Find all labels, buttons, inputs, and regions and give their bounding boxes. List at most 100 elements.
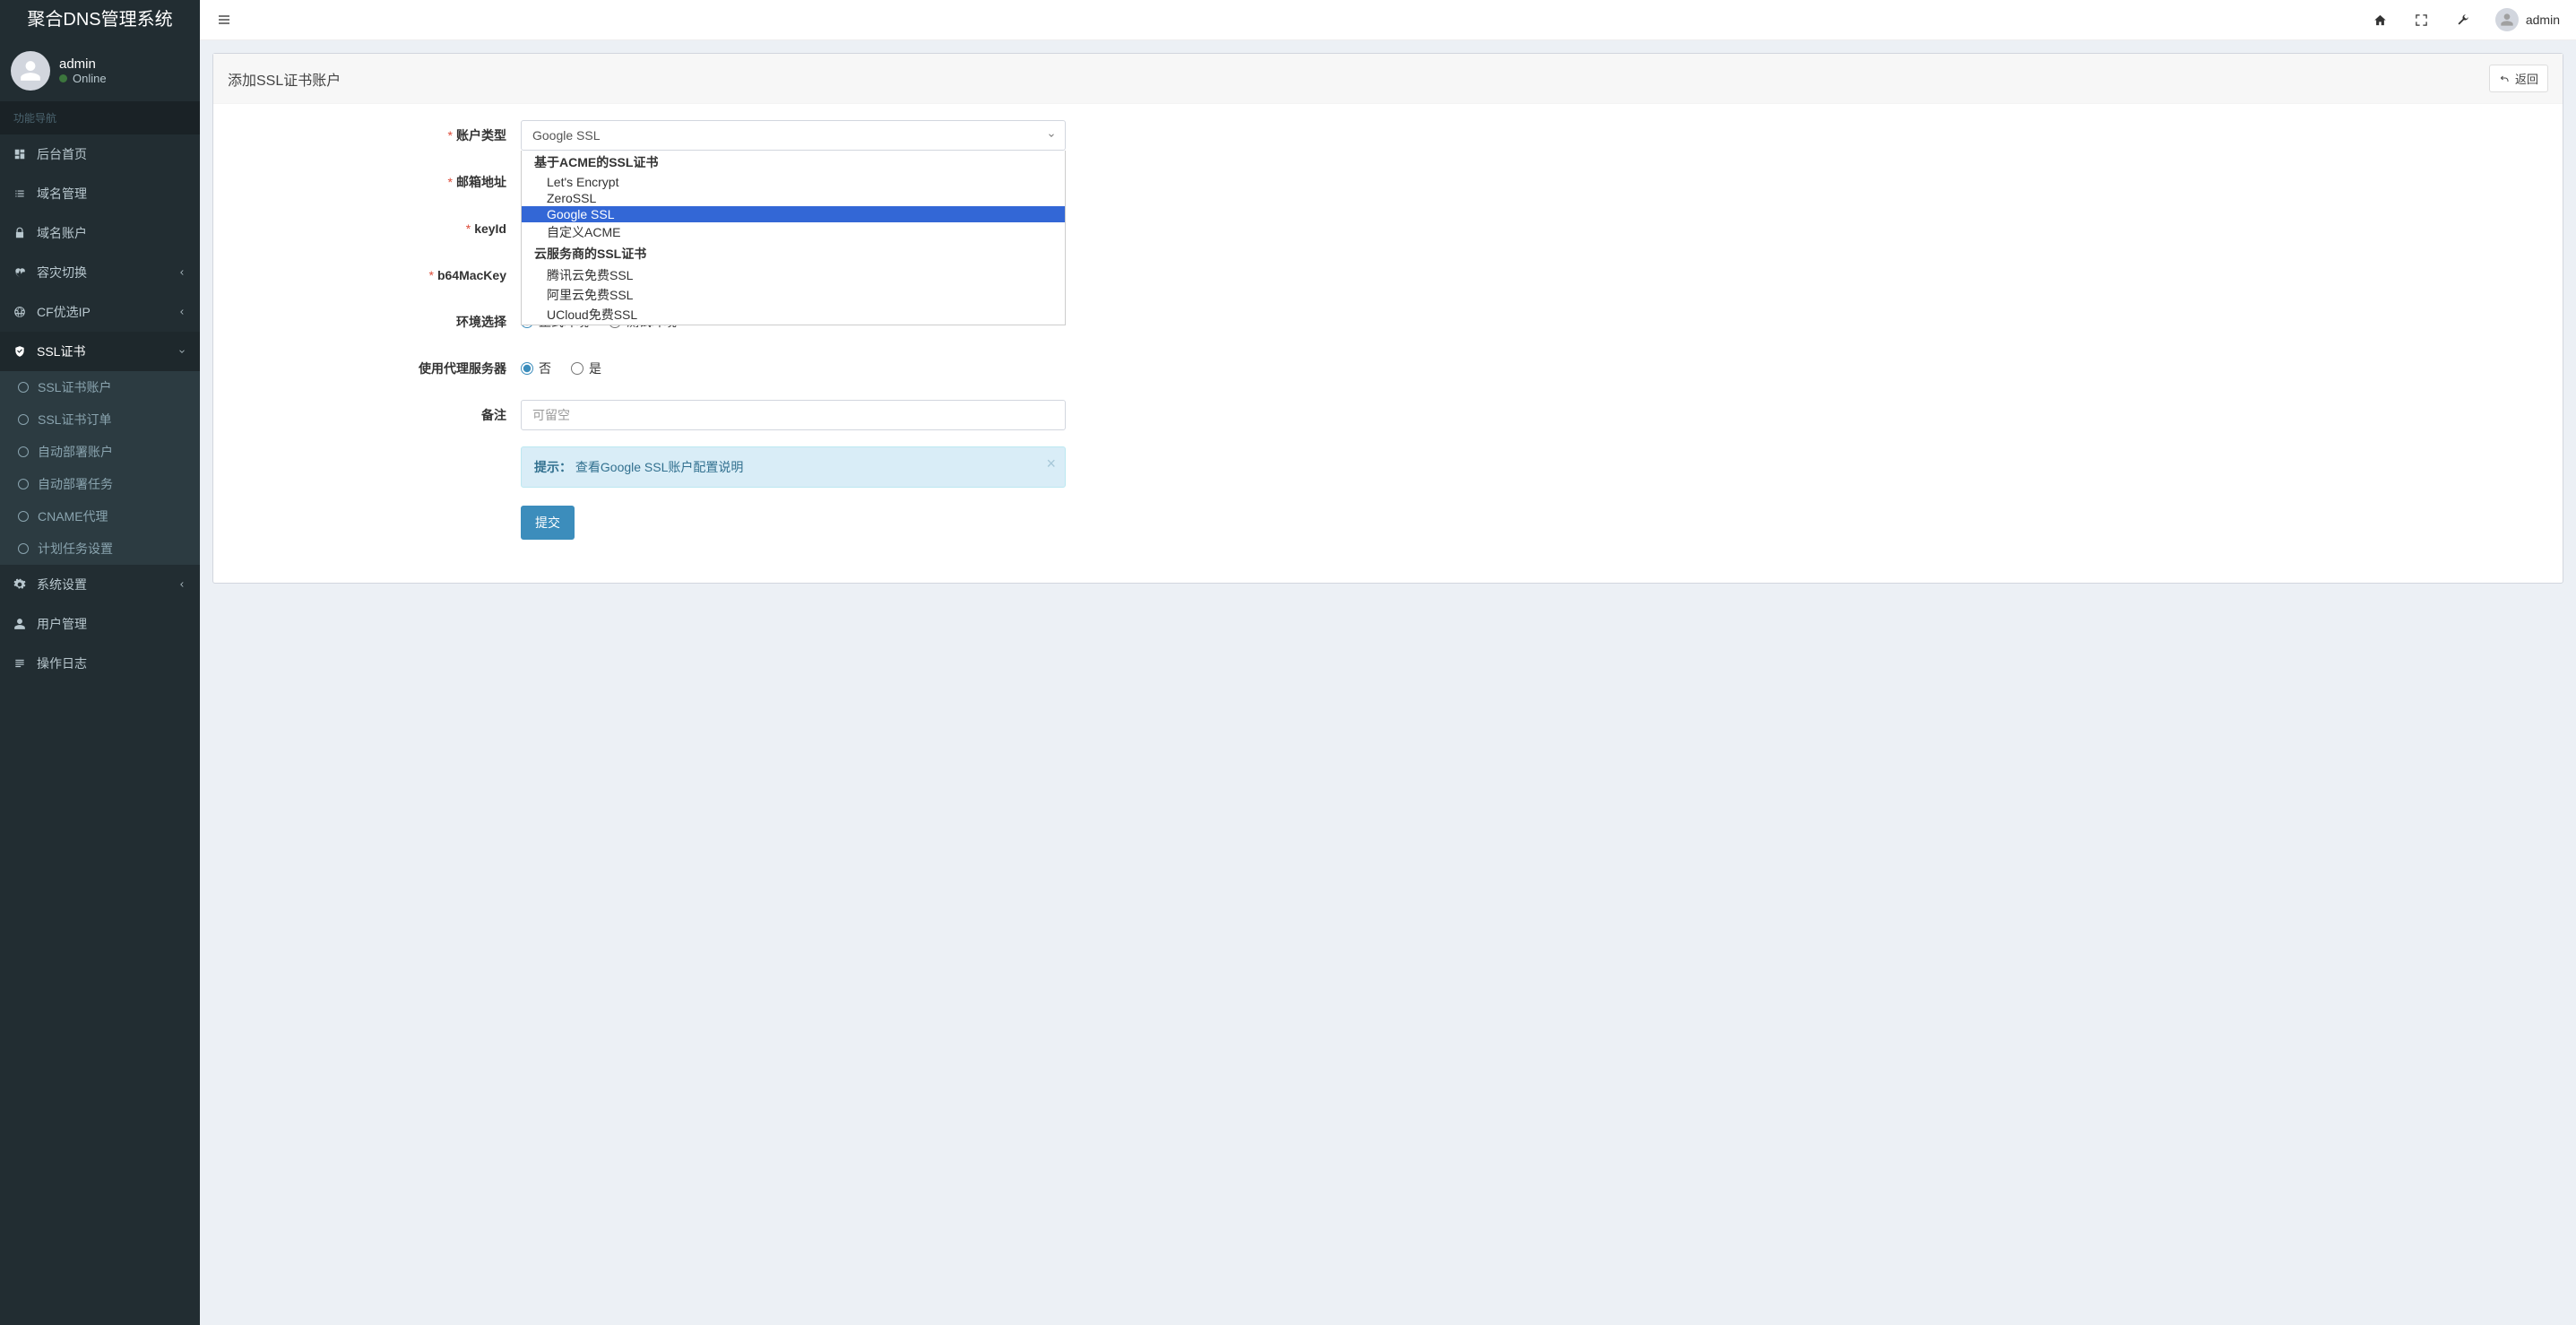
proxy-radio-group: 否是 [521, 353, 1066, 384]
shield-icon [13, 345, 28, 358]
status-dot-icon [59, 74, 67, 82]
chevron-down-icon [177, 347, 186, 356]
hint-prefix: 提示： [534, 460, 572, 474]
sidebar-item-label: CF优选IP [37, 303, 91, 321]
sidebar-item-label: 域名管理 [37, 185, 87, 203]
topbar-user[interactable]: admin [2486, 8, 2569, 31]
sidebar-item-用户管理[interactable]: 用户管理 [0, 604, 200, 644]
circle-icon [18, 543, 29, 554]
sidebar-toggle-button[interactable] [207, 3, 241, 37]
hint-link[interactable]: 查看Google SSL账户配置说明 [575, 460, 744, 474]
dropdown-option[interactable]: UCloud免费SSL [522, 305, 1065, 325]
sidebar-item-操作日志[interactable]: 操作日志 [0, 644, 200, 683]
sidebar-item-后台首页[interactable]: 后台首页 [0, 134, 200, 174]
dropdown-optgroup: 基于ACME的SSL证书 [522, 151, 1065, 174]
brand-title: 聚合DNS管理系统 [0, 0, 200, 40]
proxy-radio-否[interactable]: 否 [521, 359, 551, 377]
proxy-radio-input[interactable] [521, 362, 533, 375]
sidebar-subitem-计划任务设置[interactable]: 计划任务设置 [0, 533, 200, 565]
lock-icon [13, 227, 28, 239]
back-button[interactable]: 返回 [2489, 65, 2548, 92]
topbar: admin [200, 0, 2576, 40]
back-label: 返回 [2515, 70, 2538, 87]
circle-icon [18, 446, 29, 457]
account-type-value: Google SSL [532, 128, 601, 143]
label-remark: 备注 [481, 408, 506, 422]
sidebar-subitem-自动部署账户[interactable]: 自动部署账户 [0, 436, 200, 468]
sidebar-item-label: SSL证书 [37, 342, 85, 360]
proxy-radio-input[interactable] [571, 362, 583, 375]
dropdown-option[interactable]: 腾讯云免费SSL [522, 265, 1065, 285]
sidebar-item-SSL证书[interactable]: SSL证书 [0, 332, 200, 371]
alert-close-icon[interactable]: × [1046, 455, 1056, 473]
sidebar-item-label: 操作日志 [37, 654, 87, 672]
avatar-sm [2495, 8, 2519, 31]
cogs-icon [13, 578, 28, 591]
sidebar-subitem-label: 计划任务设置 [38, 540, 113, 558]
list-icon [13, 187, 28, 200]
account-type-dropdown[interactable]: 基于ACME的SSL证书Let's EncryptZeroSSLGoogle S… [521, 151, 1066, 325]
dropdown-option[interactable]: Let's Encrypt [522, 174, 1065, 190]
dashboard-icon [13, 148, 28, 160]
sidebar-subitem-SSL证书账户[interactable]: SSL证书账户 [0, 371, 200, 403]
chevron-left-icon [177, 268, 186, 277]
dropdown-option[interactable]: Google SSL [522, 206, 1065, 222]
circle-icon [18, 382, 29, 393]
sidebar-item-label: 容灾切换 [37, 264, 87, 281]
dropdown-optgroup: 云服务商的SSL证书 [522, 242, 1065, 265]
sidebar: 聚合DNS管理系统 admin Online 功能导航 后台首页域名管理域名账户… [0, 0, 200, 1325]
sidebar-subitem-SSL证书订单[interactable]: SSL证书订单 [0, 403, 200, 436]
loglist-icon [13, 657, 28, 670]
label-email: 邮箱地址 [456, 175, 506, 189]
circle-icon [18, 479, 29, 489]
topbar-username: admin [2526, 13, 2560, 27]
sidebar-item-容灾切换[interactable]: 容灾切换 [0, 253, 200, 292]
submit-button[interactable]: 提交 [521, 506, 575, 540]
chevron-down-icon [1047, 131, 1056, 140]
nav-heading: 功能导航 [0, 101, 200, 134]
label-proxy: 使用代理服务器 [419, 361, 506, 376]
label-keyid: keyId [474, 221, 506, 236]
chevron-left-icon [177, 580, 186, 589]
circle-icon [18, 511, 29, 522]
account-type-select[interactable]: Google SSL [521, 120, 1066, 151]
wrench-icon[interactable] [2445, 2, 2481, 38]
dropdown-option[interactable]: ZeroSSL [522, 190, 1065, 206]
user-icon [13, 618, 28, 630]
user-status: Online [59, 72, 107, 85]
user-name: admin [59, 56, 107, 72]
page-title: 添加SSL证书账户 [228, 68, 341, 90]
hint-alert: 提示： 查看Google SSL账户配置说明 × [521, 446, 1066, 488]
avatar [11, 51, 50, 91]
chevron-left-icon [177, 307, 186, 316]
remark-input[interactable] [521, 400, 1066, 430]
sidebar-item-系统设置[interactable]: 系统设置 [0, 565, 200, 604]
sidebar-subitem-label: SSL证书订单 [38, 411, 111, 429]
proxy-radio-是[interactable]: 是 [571, 359, 601, 377]
sidebar-item-label: 用户管理 [37, 615, 87, 633]
sidebar-subitem-label: CNAME代理 [38, 507, 108, 525]
sidebar-subitem-label: 自动部署任务 [38, 475, 113, 493]
sidebar-subitem-CNAME代理[interactable]: CNAME代理 [0, 500, 200, 533]
sidebar-item-label: 后台首页 [37, 145, 87, 163]
sidebar-subitem-label: 自动部署账户 [38, 443, 113, 461]
sidebar-item-CF优选IP[interactable]: CF优选IP [0, 292, 200, 332]
label-account-type: 账户类型 [456, 128, 506, 143]
sidebar-item-label: 域名账户 [37, 224, 87, 242]
radio-label: 是 [589, 359, 601, 377]
circle-icon [18, 414, 29, 425]
fullscreen-icon[interactable] [2404, 2, 2440, 38]
label-b64mackey: b64MacKey [437, 268, 506, 282]
sidebar-subitem-自动部署任务[interactable]: 自动部署任务 [0, 468, 200, 500]
sidebar-item-域名账户[interactable]: 域名账户 [0, 213, 200, 253]
nav: 后台首页域名管理域名账户容灾切换 CF优选IP SSL证书 SSL证书账户 SSL证书订… [0, 134, 200, 683]
dropdown-option[interactable]: 自定义ACME [522, 222, 1065, 242]
sidebar-item-域名管理[interactable]: 域名管理 [0, 174, 200, 213]
label-env: 环境选择 [456, 315, 506, 329]
user-panel: admin Online [0, 40, 200, 101]
home-icon[interactable] [2363, 2, 2399, 38]
heartbeat-icon [13, 266, 28, 279]
panel: 添加SSL证书账户 返回 *账户类型 Google SSL [212, 53, 2563, 584]
sidebar-subitem-label: SSL证书账户 [38, 378, 111, 396]
dropdown-option[interactable]: 阿里云免费SSL [522, 285, 1065, 305]
